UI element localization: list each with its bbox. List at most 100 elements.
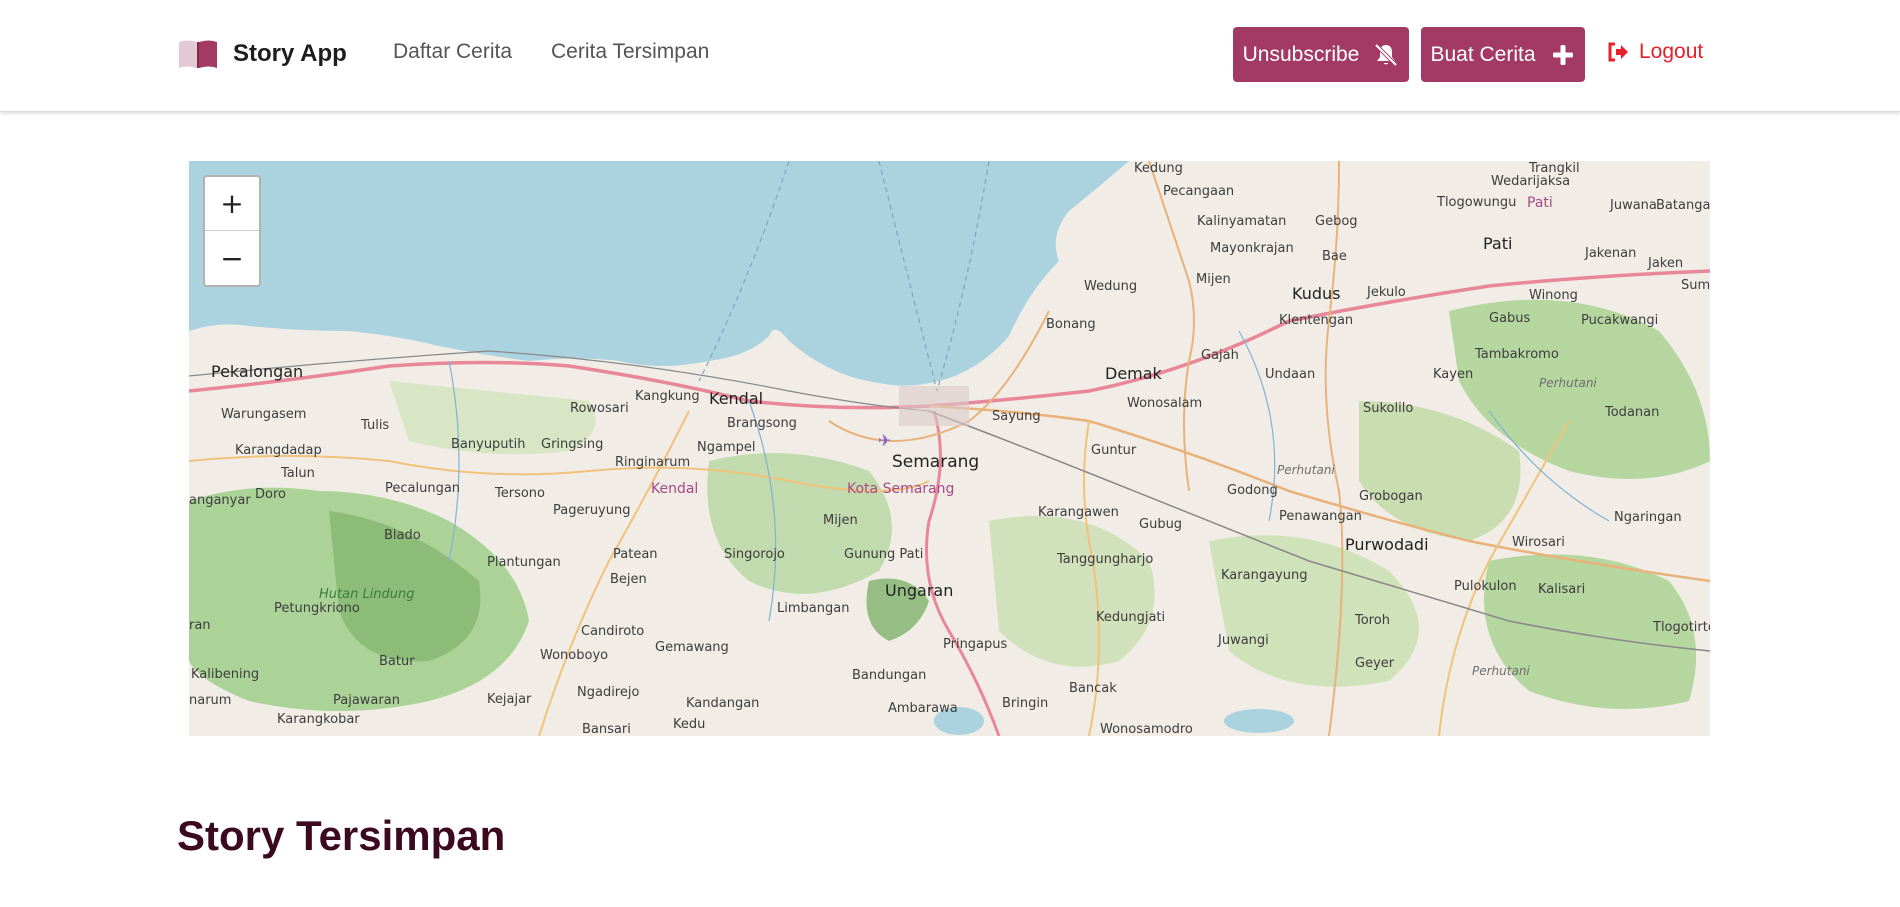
map-label: Tersono: [495, 486, 545, 501]
map-label: Perhutani: [1472, 664, 1530, 678]
map-label: Semarang: [892, 452, 980, 472]
map-label: Banyuputih: [451, 437, 526, 452]
zoom-control: + −: [203, 175, 261, 287]
map-label: anganyar: [189, 493, 251, 508]
map-label: Wonoboyo: [540, 648, 609, 663]
map-label: Kandangan: [686, 696, 760, 711]
map-label: Toroh: [1355, 613, 1390, 628]
navbar: Story App Daftar Cerita Cerita Tersimpan…: [0, 0, 1900, 112]
map-label: Kendal: [709, 389, 764, 408]
map-label: Batur: [379, 654, 415, 669]
map-label: Pulokulon: [1454, 579, 1517, 594]
map-label: Brangsong: [727, 416, 797, 431]
map-label: Kedungjati: [1096, 610, 1166, 625]
nav-link-cerita-tersimpan[interactable]: Cerita Tersimpan: [551, 40, 709, 64]
map-label: Tambakromo: [1475, 347, 1559, 362]
logout-link[interactable]: Logout: [1607, 40, 1703, 64]
map-label: Gajah: [1201, 348, 1239, 363]
map-label: Sukolilo: [1363, 401, 1414, 416]
create-story-label: Buat Cerita: [1430, 42, 1536, 66]
map-label: Guntur: [1091, 443, 1137, 458]
map-label: Todanan: [1605, 405, 1660, 420]
map-label: Pecalungan: [385, 481, 461, 496]
map-label: Penawangan: [1279, 509, 1362, 524]
map-label: Pati: [1527, 195, 1553, 211]
zoom-out-button[interactable]: −: [205, 231, 259, 285]
map-label: Ambarawa: [888, 701, 958, 716]
map-label: Demak: [1105, 364, 1162, 383]
map-label: Winong: [1529, 288, 1578, 303]
unsubscribe-button[interactable]: Unsubscribe: [1233, 27, 1409, 82]
plus-icon: [1552, 44, 1573, 65]
map-label: Pekalongan: [211, 362, 304, 381]
map-label: Kudus: [1292, 284, 1341, 303]
brand-name: Story App: [233, 40, 347, 67]
map-label: Wedarijaksa: [1491, 174, 1571, 189]
map-label: Warungasem: [221, 407, 307, 422]
map-label: Grobogan: [1359, 489, 1423, 504]
map-label: Ngampel: [697, 440, 756, 455]
map-label: Tlogotirto: [1653, 620, 1710, 635]
map-label: Kalisari: [1538, 582, 1586, 597]
map-label: Limbangan: [777, 601, 850, 616]
map-label: Kalibening: [191, 667, 260, 682]
map-label: Candiroto: [581, 624, 645, 639]
map-label: Kalinyamatan: [1197, 214, 1287, 229]
map-label: Karangdadap: [235, 443, 322, 458]
map-label: Singorojo: [724, 547, 785, 562]
map-label: Bae: [1322, 249, 1347, 264]
map-label: Ungaran: [885, 581, 954, 600]
page-title: Story Tersimpan: [177, 812, 506, 859]
sign-out-icon: [1608, 42, 1628, 62]
zoom-in-button[interactable]: +: [205, 177, 259, 231]
map-label: Perhutani: [1539, 376, 1597, 390]
map-label: Pageruyung: [553, 503, 631, 518]
map-label: Godong: [1227, 483, 1278, 498]
map-label: Jaken: [1648, 256, 1684, 271]
map-label: narum: [189, 693, 232, 708]
map-label: Wedung: [1084, 279, 1138, 294]
map-label: Tlogowungu: [1437, 195, 1517, 210]
map-label: Bringin: [1002, 696, 1049, 711]
map-label: Kedu: [673, 717, 706, 732]
map-label: Kendal: [651, 481, 699, 497]
map-label: Ngaringan: [1614, 510, 1682, 525]
map-label: Kayen: [1433, 367, 1474, 382]
map-label: Gemawang: [655, 640, 729, 655]
map-label: Pati: [1483, 234, 1513, 253]
map-label: Pajawaran: [333, 693, 400, 708]
map-label: Mayonkrajan: [1210, 241, 1294, 256]
map-label: Karangkobar: [277, 712, 360, 727]
map-label: Jekulo: [1367, 285, 1406, 300]
map-label: Gringsing: [541, 437, 604, 452]
map-label: Kangkung: [635, 389, 700, 404]
map[interactable]: Pekalongan Warungasem Tulis Karangdadap …: [189, 161, 1710, 736]
map-label: Gebog: [1315, 214, 1358, 229]
map-label: Pringapus: [943, 637, 1008, 652]
map-label: Jakenan: [1585, 246, 1637, 261]
map-label: Juwana: [1610, 198, 1657, 213]
map-label: Pucakwangi: [1581, 313, 1659, 328]
map-label: Perhutani: [1277, 463, 1335, 477]
map-label: Wonosalam: [1127, 396, 1203, 411]
brand[interactable]: Story App: [177, 36, 347, 72]
map-label: Petungkriono: [274, 601, 360, 616]
map-label: Bansari: [582, 722, 631, 736]
map-label: Juwangi: [1218, 633, 1269, 648]
map-label: Batangan: [1656, 198, 1710, 213]
map-label: Talun: [281, 466, 315, 481]
map-label: Pecangaan: [1163, 184, 1235, 199]
map-label: Patean: [613, 547, 658, 562]
map-label: Bancak: [1069, 681, 1117, 696]
map-label: Bonang: [1046, 317, 1096, 332]
map-label: Karangayung: [1221, 568, 1308, 583]
map-label: Wonosamodro: [1100, 722, 1193, 736]
airport-icon: ✈: [878, 431, 892, 450]
create-story-button[interactable]: Buat Cerita: [1421, 27, 1585, 82]
map-label: Undaan: [1265, 367, 1316, 382]
map-label: Kejajar: [487, 692, 532, 707]
map-label: Ngadirejo: [577, 685, 640, 700]
map-label: Ringinarum: [615, 455, 691, 470]
map-label: Wirosari: [1512, 535, 1565, 550]
nav-link-daftar-cerita[interactable]: Daftar Cerita: [393, 40, 512, 64]
